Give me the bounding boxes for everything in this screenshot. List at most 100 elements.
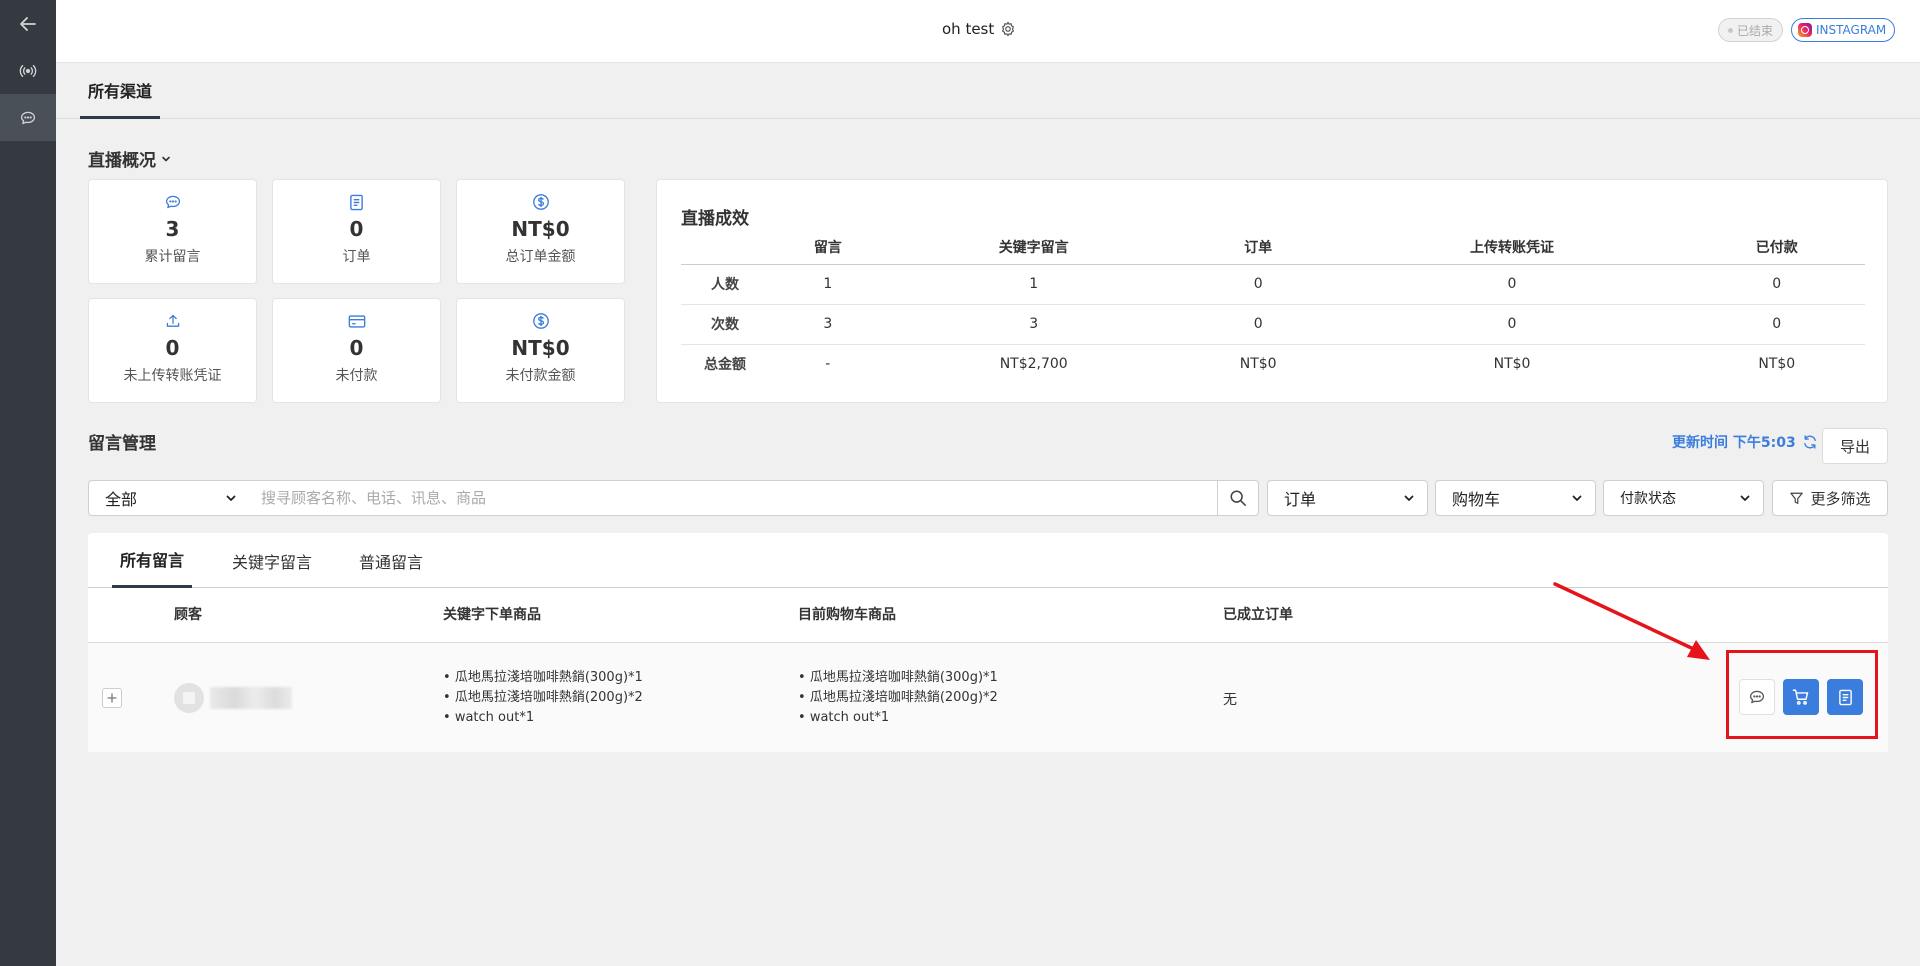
stat-label: 总订单金额 [505, 249, 576, 265]
overview-title-text: 直播概况 [88, 151, 156, 171]
dollar-icon [532, 193, 550, 211]
stat-value: 0 [165, 336, 180, 360]
cart-filter-select[interactable]: 购物车 [1435, 480, 1596, 516]
stat-card-unpaid: 0 未付款 [272, 298, 441, 403]
export-button[interactable]: 导出 [1822, 428, 1888, 464]
stat-label: 未付款 [335, 368, 378, 384]
chevron-down-icon [1572, 495, 1582, 501]
table-cell: NT$2,700 [999, 356, 1068, 373]
table-cell: 0 [1180, 264, 1336, 305]
stat-card-no-transfer-proof: 0 未上传转账凭证 [88, 298, 257, 403]
search-input[interactable] [249, 480, 1218, 516]
event-title: oh test [942, 20, 1016, 38]
channel-tabs: 所有渠道 [56, 63, 1920, 119]
tab-all-comments[interactable]: 所有留言 [112, 533, 193, 588]
chevron-down-icon [1740, 495, 1750, 501]
list-item: watch out*1 [443, 708, 643, 728]
dollar-icon [532, 312, 550, 330]
table-cell: 0 [1335, 264, 1689, 305]
broadcast-icon [19, 64, 37, 77]
header-cell: 订单 [1180, 230, 1336, 265]
stat-label: 未上传转账凭证 [123, 368, 222, 384]
header-cart-products: 目前购物车商品 [798, 607, 896, 623]
refresh-control[interactable]: 更新时间 下午5:03 [1672, 432, 1818, 452]
row-label: 总金额 [704, 357, 746, 374]
stat-label: 订单 [342, 249, 371, 265]
card-icon [348, 312, 366, 330]
back-button[interactable] [0, 0, 56, 47]
header-orders: 已成立订单 [1223, 607, 1293, 623]
table-cell: 0 [1180, 304, 1336, 345]
tab-keyword-comments[interactable]: 关键字留言 [232, 533, 312, 588]
list-item: 瓜地馬拉淺培咖啡熱銷(200g)*2 [443, 688, 643, 708]
more-filters-label: 更多筛选 [1810, 489, 1871, 508]
stat-card-total-order-amount: NT$0 总订单金额 [456, 179, 625, 284]
orders-value: 无 [1223, 692, 1237, 708]
stat-value: 0 [349, 336, 364, 360]
list-item: 瓜地馬拉淺培咖啡熱銷(200g)*2 [798, 688, 998, 708]
stat-card-comments: 3 累计留言 [88, 179, 257, 284]
stat-value: NT$0 [511, 217, 570, 241]
header-cell: 已付款 [1688, 230, 1865, 265]
list-item: 瓜地馬拉淺培咖啡熱銷(300g)*1 [798, 668, 998, 688]
stat-card-orders: 0 订单 [272, 179, 441, 284]
stat-card-unpaid-amount: NT$0 未付款金额 [456, 298, 625, 403]
table-cell: 3 [886, 304, 1181, 345]
payment-status-select[interactable]: 付款状态 [1603, 480, 1764, 516]
table-cell: 1 [769, 264, 887, 305]
header-customer: 顾客 [174, 607, 202, 623]
table-cell: NT$0 [1493, 356, 1531, 373]
header-empty [681, 230, 769, 265]
annotation-highlight-box [1726, 650, 1878, 739]
stat-value: NT$0 [511, 336, 570, 360]
scope-select[interactable]: 全部 [88, 480, 250, 516]
header-cell: 关键字留言 [886, 230, 1181, 265]
overview-title[interactable]: 直播概况 [88, 146, 172, 171]
topbar: oh test 已结束 INSTAGRAM [56, 0, 1920, 63]
expand-row-button[interactable] [102, 688, 122, 708]
more-filters-button[interactable]: 更多筛选 [1772, 480, 1888, 516]
tab-normal-comments[interactable]: 普通留言 [359, 533, 423, 588]
table-cell: NT$0 [1239, 356, 1277, 373]
gear-icon[interactable] [1000, 21, 1016, 37]
header-cell: 留言 [769, 230, 887, 265]
tab-all-channels[interactable]: 所有渠道 [80, 63, 161, 119]
chevron-down-icon [226, 495, 236, 501]
performance-header-row: 留言 关键字留言 订单 上传转账凭证 已付款 [681, 230, 1865, 265]
stat-value: 0 [349, 217, 364, 241]
stat-label: 未付款金额 [505, 368, 576, 384]
chevron-down-icon [1404, 495, 1414, 501]
comment-icon [165, 193, 181, 211]
arrow-left-icon [20, 16, 36, 31]
search-button[interactable] [1217, 480, 1259, 516]
performance-title: 直播成效 [681, 209, 749, 229]
status-dot-icon [1728, 27, 1733, 33]
cart-filter-value: 购物车 [1452, 490, 1501, 509]
header-keyword-products: 关键字下单商品 [443, 607, 541, 623]
list-item: 瓜地馬拉淺培咖啡熱銷(300g)*1 [443, 668, 643, 688]
comments-nav-button[interactable] [0, 94, 56, 141]
status-badge: 已结束 [1718, 18, 1784, 42]
stat-label: 累计留言 [144, 249, 201, 265]
order-icon [349, 193, 364, 211]
platform-badge: INSTAGRAM [1791, 18, 1896, 42]
event-title-text: oh test [942, 20, 995, 38]
live-broadcast-button[interactable] [0, 47, 56, 94]
search-icon [1230, 490, 1246, 506]
filter-icon [1790, 492, 1804, 504]
chevron-down-icon [162, 156, 170, 161]
performance-row: 次数 3 3 0 0 0 [681, 304, 1865, 345]
order-filter-select[interactable]: 订单 [1267, 480, 1428, 516]
table-cell: 0 [1335, 304, 1689, 345]
list-item: watch out*1 [798, 708, 998, 728]
payment-status-value: 付款状态 [1620, 491, 1676, 507]
performance-row: 人数 1 1 0 0 0 [681, 264, 1865, 305]
status-badge-label: 已结束 [1737, 23, 1774, 38]
platform-badge-label: INSTAGRAM [1816, 23, 1887, 37]
comment-icon [20, 111, 36, 124]
table-cell: - [825, 356, 831, 373]
performance-table: 留言 关键字留言 订单 上传转账凭证 已付款 人数 1 1 0 0 0 次数 3… [681, 230, 1865, 384]
table-cell: 3 [769, 304, 887, 345]
avatar [174, 683, 204, 713]
refresh-label: 更新时间 下午5:03 [1672, 435, 1796, 451]
